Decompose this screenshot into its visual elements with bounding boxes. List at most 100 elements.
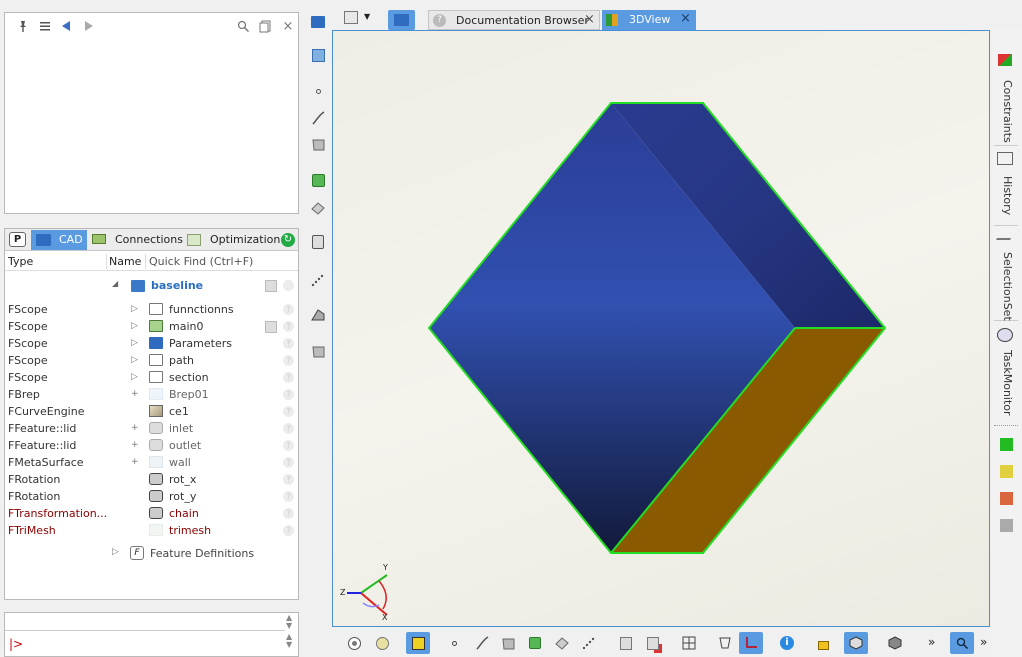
tree-row[interactable]: FScope ▷ main0?	[5, 318, 295, 335]
tree-row[interactable]: FCurveEngine ce1?	[5, 403, 295, 420]
more-icon[interactable]: »	[980, 635, 987, 649]
tree-row[interactable]: FFeature::lid + inlet?	[5, 420, 295, 437]
curve-icon[interactable]	[310, 110, 326, 126]
pin-toggle-icon[interactable]	[265, 321, 277, 333]
status-square[interactable]	[1000, 519, 1013, 532]
zoom-icon[interactable]	[950, 632, 974, 654]
sketch-icon[interactable]	[310, 47, 326, 63]
close-icon[interactable]: ×	[680, 11, 691, 26]
quick-find-input[interactable]: Quick Find (Ctrl+F)	[149, 255, 253, 268]
lock-icon[interactable]	[815, 635, 831, 651]
back-arrow-icon[interactable]	[58, 18, 74, 34]
feature-icon[interactable]	[310, 172, 326, 188]
expand-icon[interactable]: +	[131, 386, 139, 403]
render-mode-icon[interactable]	[346, 635, 362, 651]
copy-icon[interactable]	[257, 18, 273, 34]
tree-row[interactable]: FMetaSurface + wall?	[5, 454, 295, 471]
help-icon[interactable]: ?	[283, 304, 294, 315]
tab-cad[interactable]: CAD	[31, 230, 87, 250]
tree-root[interactable]: ◢ baseline	[5, 277, 298, 295]
help-icon[interactable]: ?	[283, 440, 294, 451]
tab-connections[interactable]: Connections	[89, 230, 183, 250]
iso-view-icon[interactable]	[887, 635, 903, 651]
forward-arrow-icon[interactable]	[81, 18, 97, 34]
solid-filter-icon[interactable]	[554, 635, 570, 651]
grid-icon[interactable]	[681, 635, 697, 651]
section-icon[interactable]	[717, 635, 733, 651]
list-icon[interactable]	[37, 18, 53, 34]
help-icon[interactable]: ?	[283, 508, 294, 519]
info-icon[interactable]: i	[779, 635, 795, 651]
close-icon[interactable]: ×	[280, 18, 296, 34]
help-icon[interactable]: ?	[283, 474, 294, 485]
expand-icon[interactable]: ▷	[131, 301, 138, 318]
tab-selectionset[interactable]: SelectionSet	[996, 252, 1014, 321]
rotation-icon[interactable]	[310, 234, 326, 250]
deform-icon[interactable]	[310, 307, 326, 323]
curve-filter-icon[interactable]	[474, 635, 490, 651]
clip-icon[interactable]	[618, 635, 634, 651]
expand-icon[interactable]: ▷	[112, 547, 119, 557]
point-filter-icon[interactable]	[446, 635, 462, 651]
column-type[interactable]: Type	[8, 255, 33, 268]
tree-row[interactable]: FScope ▷ section?	[5, 369, 295, 386]
help-icon[interactable]	[283, 280, 294, 291]
expand-icon[interactable]: +	[131, 437, 139, 454]
console-scroll-up-icon[interactable]: ▲ ▼	[286, 614, 292, 630]
folder-tab-button[interactable]	[388, 10, 415, 30]
help-icon[interactable]: ?	[283, 321, 294, 332]
tab-taskmonitor[interactable]: TaskMonitor	[996, 350, 1014, 416]
pointcloud-icon[interactable]	[310, 272, 326, 288]
expand-icon[interactable]: +	[131, 420, 139, 437]
pin-icon[interactable]	[15, 18, 31, 34]
tree-row[interactable]: FRotation rot_x?	[5, 471, 295, 488]
help-icon[interactable]: ?	[283, 423, 294, 434]
tree-row[interactable]: FScope ▷ Parameters?	[5, 335, 295, 352]
cube-model[interactable]	[333, 31, 991, 628]
search-icon[interactable]	[235, 18, 251, 34]
refresh-icon[interactable]: ↻	[281, 233, 295, 247]
expand-icon[interactable]: ▷	[131, 352, 138, 369]
feature-filter-icon[interactable]	[527, 635, 543, 651]
expand-icon[interactable]: ▷	[131, 335, 138, 352]
tree-row[interactable]: FScope ▷ path?	[5, 352, 295, 369]
help-icon[interactable]: ?	[283, 525, 294, 536]
tab-p[interactable]: P	[9, 232, 26, 247]
console-input[interactable]	[25, 633, 283, 653]
column-name[interactable]: Name	[109, 255, 141, 268]
tab-history[interactable]: History	[996, 176, 1014, 215]
expand-icon[interactable]: ▷	[131, 369, 138, 386]
help-icon[interactable]: ?	[283, 372, 294, 383]
help-icon[interactable]: ?	[283, 389, 294, 400]
clip-remove-icon[interactable]	[645, 635, 661, 651]
tree-row[interactable]: FTriMesh trimesh?	[5, 522, 295, 539]
shading-icon[interactable]	[374, 635, 390, 651]
surface-filter-icon[interactable]	[500, 635, 516, 651]
folder-icon[interactable]	[310, 14, 326, 30]
surface-icon[interactable]	[310, 136, 326, 152]
tree-row[interactable]: FRotation rot_y?	[5, 488, 295, 505]
layout-button[interactable]: ▼	[344, 10, 374, 28]
3d-viewport[interactable]: Y Z X	[332, 30, 990, 627]
help-icon[interactable]: ?	[283, 406, 294, 417]
help-icon[interactable]: ?	[283, 491, 294, 502]
pointcloud-filter-icon[interactable]	[581, 635, 597, 651]
more-icon[interactable]: »	[928, 635, 935, 649]
help-icon[interactable]: ?	[283, 355, 294, 366]
axis-toggle-icon[interactable]	[739, 632, 763, 654]
select-pointer-icon[interactable]	[406, 632, 430, 654]
tab-documentation-browser[interactable]: ? Documentation Browser ×	[428, 10, 600, 30]
status-square[interactable]	[1000, 465, 1013, 478]
help-icon[interactable]: ?	[283, 457, 294, 468]
tree-row[interactable]: FBrep + Brep01?	[5, 386, 295, 403]
collapse-icon[interactable]: ◢	[112, 279, 118, 288]
tree-row[interactable]: FScope ▷ funnctionns?	[5, 301, 295, 318]
tab-3dview[interactable]: 3DView ×	[602, 10, 696, 30]
expand-icon[interactable]: +	[131, 454, 139, 471]
help-icon[interactable]: ?	[283, 338, 294, 349]
console-scroll-icon[interactable]: ▲ ▼	[286, 633, 292, 649]
close-icon[interactable]: ×	[584, 12, 595, 27]
feature-definitions[interactable]: ▷ F Feature Definitions	[5, 545, 298, 563]
pin-toggle-icon[interactable]	[265, 280, 277, 292]
tab-constraints[interactable]: Constraints	[996, 80, 1014, 143]
